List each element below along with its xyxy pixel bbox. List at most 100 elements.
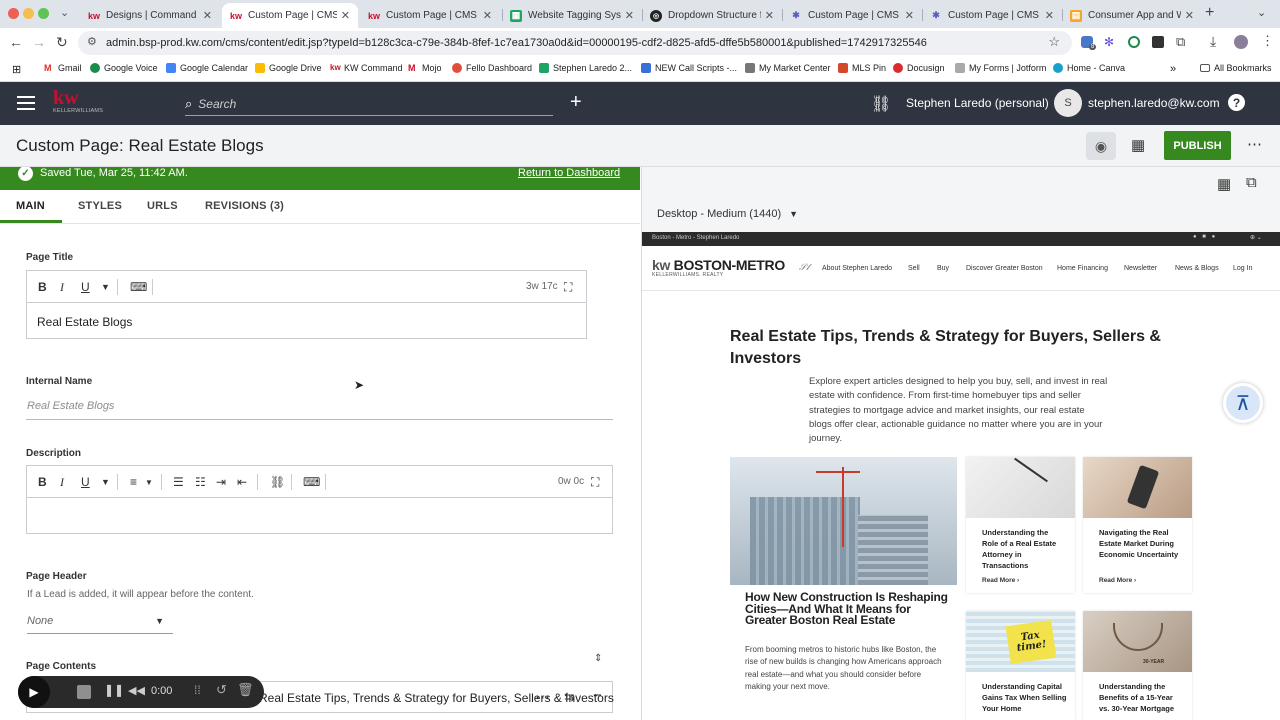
page-header-select[interactable]: None ▼ [27,612,173,634]
bookmark-item[interactable]: My Market Center [745,63,831,73]
tab-revisions[interactable]: REVISIONS (3) [205,200,284,212]
read-more-link[interactable]: Read More › [1099,577,1136,584]
browser-tab[interactable]: ✱ Custom Page | CMS | Br ✕ [922,3,1062,28]
site-info-icon[interactable]: ⚙ [87,35,97,48]
bookmark-item[interactable]: Fello Dashboard [452,63,532,73]
accessibility-widget-icon[interactable]: ⊼ [1223,383,1263,423]
device-select[interactable]: Desktop - Medium (1440) ▼ [657,208,798,220]
align-dropdown-icon[interactable]: ▼ [145,478,153,487]
close-window-button[interactable] [8,8,19,19]
outdent-icon[interactable]: ⇤ [237,475,247,489]
preview-eye-icon[interactable]: ◉ [1086,132,1116,160]
browser-tab-active[interactable]: kw Custom Page | CMS | ✕ [222,3,358,28]
bookmark-item[interactable]: Google Drive [255,63,322,73]
internal-name-input[interactable]: Real Estate Blogs [27,400,114,412]
bookmark-item[interactable]: kw KW Command [330,63,403,73]
restart-icon[interactable]: ↺ [216,682,227,698]
description-input[interactable] [27,499,612,533]
camera-icon[interactable]: ▶ [18,676,50,708]
url-bar[interactable]: ⚙ admin.bsp-prod.kw.com/cms/content/edit… [78,31,1072,55]
grid-icon[interactable]: ⁞⁞ [194,683,201,697]
close-tab-icon[interactable]: ✕ [905,9,914,22]
format-dropdown-icon[interactable]: ▼ [101,477,110,487]
preview-nav-item[interactable]: Home Financing [1057,265,1108,272]
browser-tab[interactable]: kw Custom Page | CMS | Br ✕ [360,3,500,28]
user-email[interactable]: stephen.laredo@kw.com [1088,96,1220,110]
open-external-icon[interactable]: ⧉ [1246,174,1257,191]
content-item-edit-icon[interactable]: ⇆ [564,689,575,705]
content-item-more-icon[interactable]: ⋯ [535,688,550,706]
underline-icon[interactable]: U [81,280,90,294]
link-icon[interactable]: ⛓ [270,475,285,489]
bookmark-item[interactable]: Google Voice [90,63,158,73]
maximize-window-button[interactable] [38,8,49,19]
browser-tab[interactable]: ▦ Website Tagging System ✕ [502,3,642,28]
tab-main[interactable]: MAIN [16,200,45,212]
schedule-calendar-icon[interactable]: ▦ [1131,136,1145,154]
expand-collapse-icon[interactable]: ⇕ [594,653,602,664]
blog-card[interactable]: Understanding the Role of a Real Estate … [966,457,1075,593]
hamburger-menu-icon[interactable] [17,96,35,110]
minimize-window-button[interactable] [23,8,34,19]
extension-square-icon[interactable] [1152,36,1164,48]
keyboard-icon[interactable]: ⌨ [303,475,320,489]
bold-icon[interactable]: B [38,280,47,294]
help-icon[interactable]: ? [1228,94,1245,111]
preview-nav-item[interactable]: Sell [908,265,920,272]
back-arrow-icon[interactable]: ← [9,34,23,50]
tab-list-chevron-icon[interactable]: ⌄ [1257,6,1266,19]
bookmark-star-icon[interactable]: ☆ [1048,34,1060,50]
download-icon[interactable]: ⤓ [1210,33,1216,50]
content-item-remove-icon[interactable]: − [593,687,602,704]
return-to-dashboard-link[interactable]: Return to Dashboard [518,167,620,179]
close-tab-icon[interactable]: ✕ [1045,9,1054,22]
extension-gear-icon[interactable]: ✻ [1104,35,1114,49]
bookmark-item[interactable]: Stephen Laredo 2... [539,63,632,73]
page-title-input[interactable]: Real Estate Blogs [37,315,132,329]
close-tab-icon[interactable]: ✕ [625,9,634,22]
read-more-link[interactable]: Read More › [982,577,1019,584]
bookmark-item[interactable]: M Mojo [408,63,442,73]
account-name[interactable]: Stephen Laredo (personal) [906,96,1049,110]
rewind-icon[interactable]: ◀◀ [128,684,145,697]
more-bookmarks-icon[interactable]: » [1170,63,1176,75]
tab-search-icon[interactable]: ⌄ [60,6,69,19]
preview-calendar-icon[interactable]: ▦ [1217,175,1231,193]
bookmark-item[interactable]: M Gmail [44,63,82,73]
close-tab-icon[interactable]: ✕ [203,9,212,22]
close-tab-icon[interactable]: ✕ [341,9,350,22]
profile-avatar[interactable] [1234,35,1248,49]
tab-styles[interactable]: STYLES [78,200,122,212]
browser-tab[interactable]: kw Designs | Command ✕ [80,3,220,28]
browser-tab[interactable]: ▤ Consumer App and Web ✕ [1062,3,1202,28]
forward-arrow-icon[interactable]: → [32,34,46,50]
extensions-puzzle-icon[interactable]: ⧉ [1176,34,1185,50]
new-tab-icon[interactable]: + [1205,4,1214,22]
link-icon[interactable]: ⛓ [871,94,891,114]
tab-urls[interactable]: URLS [147,200,178,212]
align-icon[interactable]: ≡ [130,475,137,489]
bookmark-item[interactable]: Google Calendar [166,63,248,73]
format-dropdown-icon[interactable]: ▼ [101,282,110,292]
all-bookmarks[interactable]: All Bookmarks [1200,63,1272,73]
pause-icon[interactable]: ❚❚ [104,683,124,697]
close-tab-icon[interactable]: ✕ [483,9,492,22]
preview-nav-item[interactable]: Buy [937,265,949,272]
blog-card[interactable]: Tax time! Understanding Capital Gains Ta… [966,611,1075,720]
add-content-icon[interactable]: + [570,91,582,114]
bold-icon[interactable]: B [38,475,47,489]
browser-tab[interactable]: ✱ Custom Page | CMS | Br ✕ [782,3,922,28]
more-actions-icon[interactable]: ⋯ [1247,135,1262,153]
blog-card[interactable]: Navigating the Real Estate Market During… [1083,457,1192,593]
close-tab-icon[interactable]: ✕ [765,9,774,22]
grammarly-icon[interactable] [1128,36,1140,48]
featured-article-card[interactable]: How New Construction Is Reshaping Cities… [730,457,957,720]
bookmark-item[interactable]: Home - Canva [1053,63,1125,73]
indent-icon[interactable]: ⇥ [216,475,226,489]
cms-search-input[interactable]: ⌕ Search [185,92,553,116]
stop-recording-icon[interactable] [77,685,91,699]
bullet-list-icon[interactable]: ☰ [173,475,184,489]
bookmark-item[interactable]: MLS Pin [838,63,886,73]
user-avatar[interactable]: S [1054,89,1082,117]
browser-tab[interactable]: ◎ Dropdown Structure for ✕ [642,3,782,28]
